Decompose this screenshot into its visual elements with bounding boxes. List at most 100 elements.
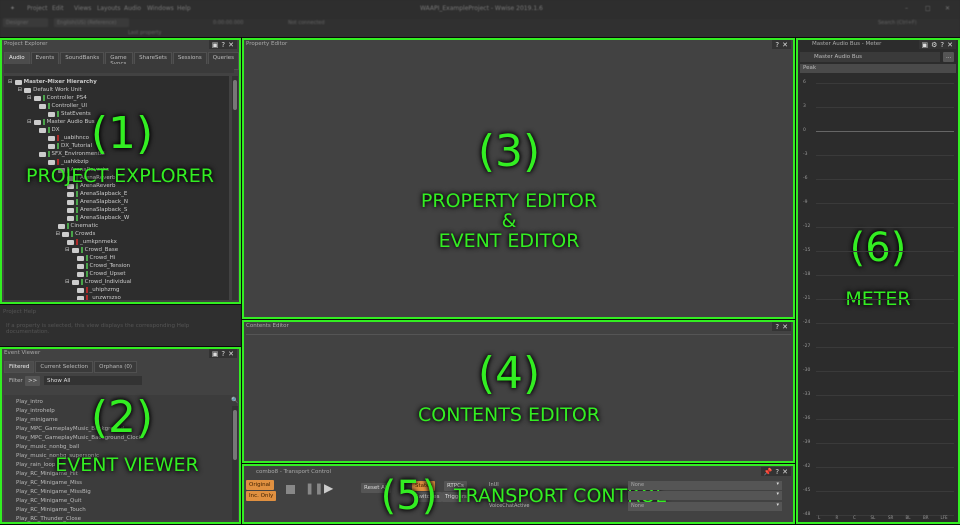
event-item[interactable]: Play_introhelp bbox=[16, 408, 55, 414]
minimize-button[interactable]: – bbox=[905, 5, 908, 12]
scrollbar[interactable] bbox=[232, 406, 238, 520]
close-icon[interactable]: ✕ bbox=[782, 468, 788, 476]
event-item[interactable]: Play_RC_Minigame_Quit bbox=[16, 498, 82, 504]
event-item[interactable]: Play_intro bbox=[16, 399, 43, 405]
meter-channel-label: LFE bbox=[940, 515, 948, 520]
help-icon[interactable]: ? bbox=[775, 323, 779, 331]
tree-item[interactable]: Cinematic bbox=[56, 222, 98, 230]
tree-item[interactable]: Crowd_Upset bbox=[75, 270, 126, 278]
tree-item[interactable]: ArenaSlapback_N bbox=[65, 198, 128, 206]
maximize-button[interactable]: □ bbox=[925, 5, 931, 12]
close-icon[interactable]: ✕ bbox=[228, 41, 234, 49]
pin-icon[interactable]: 📌 bbox=[764, 468, 773, 476]
layout-select[interactable]: Designer bbox=[3, 18, 48, 27]
menu-views[interactable]: Views bbox=[74, 5, 91, 12]
tree-item[interactable]: _uhiphzmg bbox=[75, 286, 119, 294]
bus-icon bbox=[33, 95, 41, 101]
tab-current-selection[interactable]: Current Selection bbox=[35, 361, 94, 373]
pin-icon[interactable]: ▣ bbox=[212, 41, 219, 49]
filter-expand-button[interactable]: >> bbox=[25, 376, 41, 386]
expand-toggle[interactable]: ⊟ bbox=[27, 95, 32, 101]
expand-toggle[interactable]: ⊟ bbox=[8, 79, 13, 85]
tree-item[interactable]: DX bbox=[37, 126, 60, 134]
play-button[interactable]: ▶ bbox=[324, 481, 333, 495]
meter-scale-label: -48 bbox=[803, 512, 811, 517]
menu-layouts[interactable]: Layouts bbox=[97, 5, 121, 12]
help-icon[interactable]: ? bbox=[775, 41, 779, 49]
tab-filtered[interactable]: Filtered bbox=[4, 361, 35, 373]
tree-item[interactable]: ⊟ Controller_PS4 bbox=[27, 94, 87, 102]
help-icon[interactable]: ? bbox=[940, 41, 944, 49]
event-item[interactable]: Play_RC_Thunder_Close bbox=[16, 516, 81, 522]
close-icon[interactable]: ✕ bbox=[947, 41, 953, 49]
menu-project[interactable]: Project bbox=[27, 5, 48, 12]
search-icon[interactable]: 🔍 bbox=[231, 397, 238, 404]
overlay-label: EVENT EDITOR bbox=[438, 230, 580, 252]
state-dropdown[interactable]: None bbox=[628, 502, 782, 511]
original-button[interactable]: Original bbox=[246, 480, 274, 490]
inc-only-button[interactable]: Inc. Only bbox=[246, 491, 277, 501]
tree-item[interactable]: Crowd_Hi bbox=[75, 254, 115, 262]
platform-select[interactable]: English(US) (Reference) bbox=[54, 18, 129, 27]
expand-toggle[interactable]: ⊟ bbox=[65, 279, 70, 285]
stop-button[interactable] bbox=[286, 485, 295, 494]
tree-item[interactable]: ⊟ Master-Mixer Hierarchy bbox=[8, 78, 97, 86]
event-item[interactable]: Play_music_nonbg_ball bbox=[16, 444, 79, 450]
tree-item[interactable]: ⊟ Crowd_Individual bbox=[65, 278, 131, 286]
gear-icon[interactable]: ⚙ bbox=[931, 41, 937, 49]
tree-item[interactable]: _umkpnmekx bbox=[65, 238, 117, 246]
pin-icon[interactable]: ▣ bbox=[212, 350, 219, 358]
help-icon[interactable]: ? bbox=[221, 350, 225, 358]
menu-edit[interactable]: Edit bbox=[52, 5, 64, 12]
menu-windows[interactable]: Windows bbox=[147, 5, 174, 12]
tree-item[interactable]: ArenaSlapback_W bbox=[65, 214, 129, 222]
event-item[interactable]: Play_RC_Minigame_Touch bbox=[16, 507, 86, 513]
event-item[interactable]: Play_RC_Minigame_Miss bbox=[16, 480, 82, 486]
color-tag bbox=[66, 223, 69, 229]
search-input[interactable]: Search (Ctrl+F) bbox=[875, 18, 935, 27]
tree-item[interactable]: Controller_UI bbox=[37, 102, 87, 110]
bus-icon bbox=[67, 199, 74, 205]
close-icon[interactable]: ✕ bbox=[782, 323, 788, 331]
menu-help[interactable]: Help bbox=[177, 5, 191, 12]
tree-item[interactable]: ArenaSlapback_S bbox=[65, 206, 127, 214]
event-item[interactable]: Play_RC_Minigame_MissBig bbox=[16, 489, 91, 495]
tree-item[interactable]: ⊟ Crowd_Base bbox=[65, 246, 118, 254]
tab-orphans-[interactable]: Orphans (0) bbox=[94, 361, 137, 373]
expand-toggle[interactable]: ⊟ bbox=[56, 231, 61, 237]
close-icon[interactable]: ✕ bbox=[782, 41, 788, 49]
help-icon[interactable]: ? bbox=[221, 41, 225, 49]
meter-scale-label: -6 bbox=[803, 176, 808, 181]
tree-item[interactable]: ⊟ Default Work Unit bbox=[18, 86, 82, 94]
meter-gridline bbox=[816, 371, 954, 372]
menu-audio[interactable]: Audio bbox=[124, 5, 141, 12]
tree-item[interactable]: Crowd_Tension bbox=[75, 262, 130, 270]
bus-icon bbox=[67, 207, 74, 213]
pin-icon[interactable]: ▣ bbox=[922, 41, 929, 49]
expand-toggle[interactable]: ⊟ bbox=[27, 119, 32, 125]
overlay-label: CONTENTS EDITOR bbox=[418, 404, 600, 426]
browse-button[interactable]: ... bbox=[943, 52, 955, 62]
color-tag bbox=[76, 191, 78, 197]
close-window-button[interactable]: ✕ bbox=[945, 5, 950, 12]
bus-icon bbox=[71, 279, 79, 285]
meter-scale-label: 3 bbox=[803, 104, 806, 109]
pause-button[interactable]: ❚❚ bbox=[305, 482, 323, 495]
tree-item[interactable]: _unzwrszso bbox=[75, 294, 121, 300]
tree-item[interactable]: ArenaSlapback_E bbox=[65, 190, 127, 198]
color-tag bbox=[47, 151, 50, 157]
scrollbar[interactable] bbox=[232, 76, 238, 300]
tree-item[interactable]: ⊟ Crowds bbox=[56, 230, 95, 238]
help-icon[interactable]: ? bbox=[775, 468, 779, 476]
close-icon[interactable]: ✕ bbox=[228, 350, 234, 358]
event-item[interactable]: Play_minigame bbox=[16, 417, 58, 423]
expand-toggle[interactable]: ⊟ bbox=[18, 87, 23, 93]
meter-mode-select[interactable]: Peak bbox=[800, 64, 956, 73]
state-dropdown[interactable]: None bbox=[628, 481, 782, 490]
filter-input[interactable]: Show All bbox=[44, 376, 142, 385]
bus-selector[interactable]: Master Audio Bus bbox=[800, 52, 940, 62]
state-dropdown[interactable] bbox=[628, 491, 782, 500]
expand-toggle[interactable]: ⊟ bbox=[65, 247, 70, 253]
bus-icon bbox=[48, 111, 55, 117]
bus-icon bbox=[62, 231, 70, 237]
